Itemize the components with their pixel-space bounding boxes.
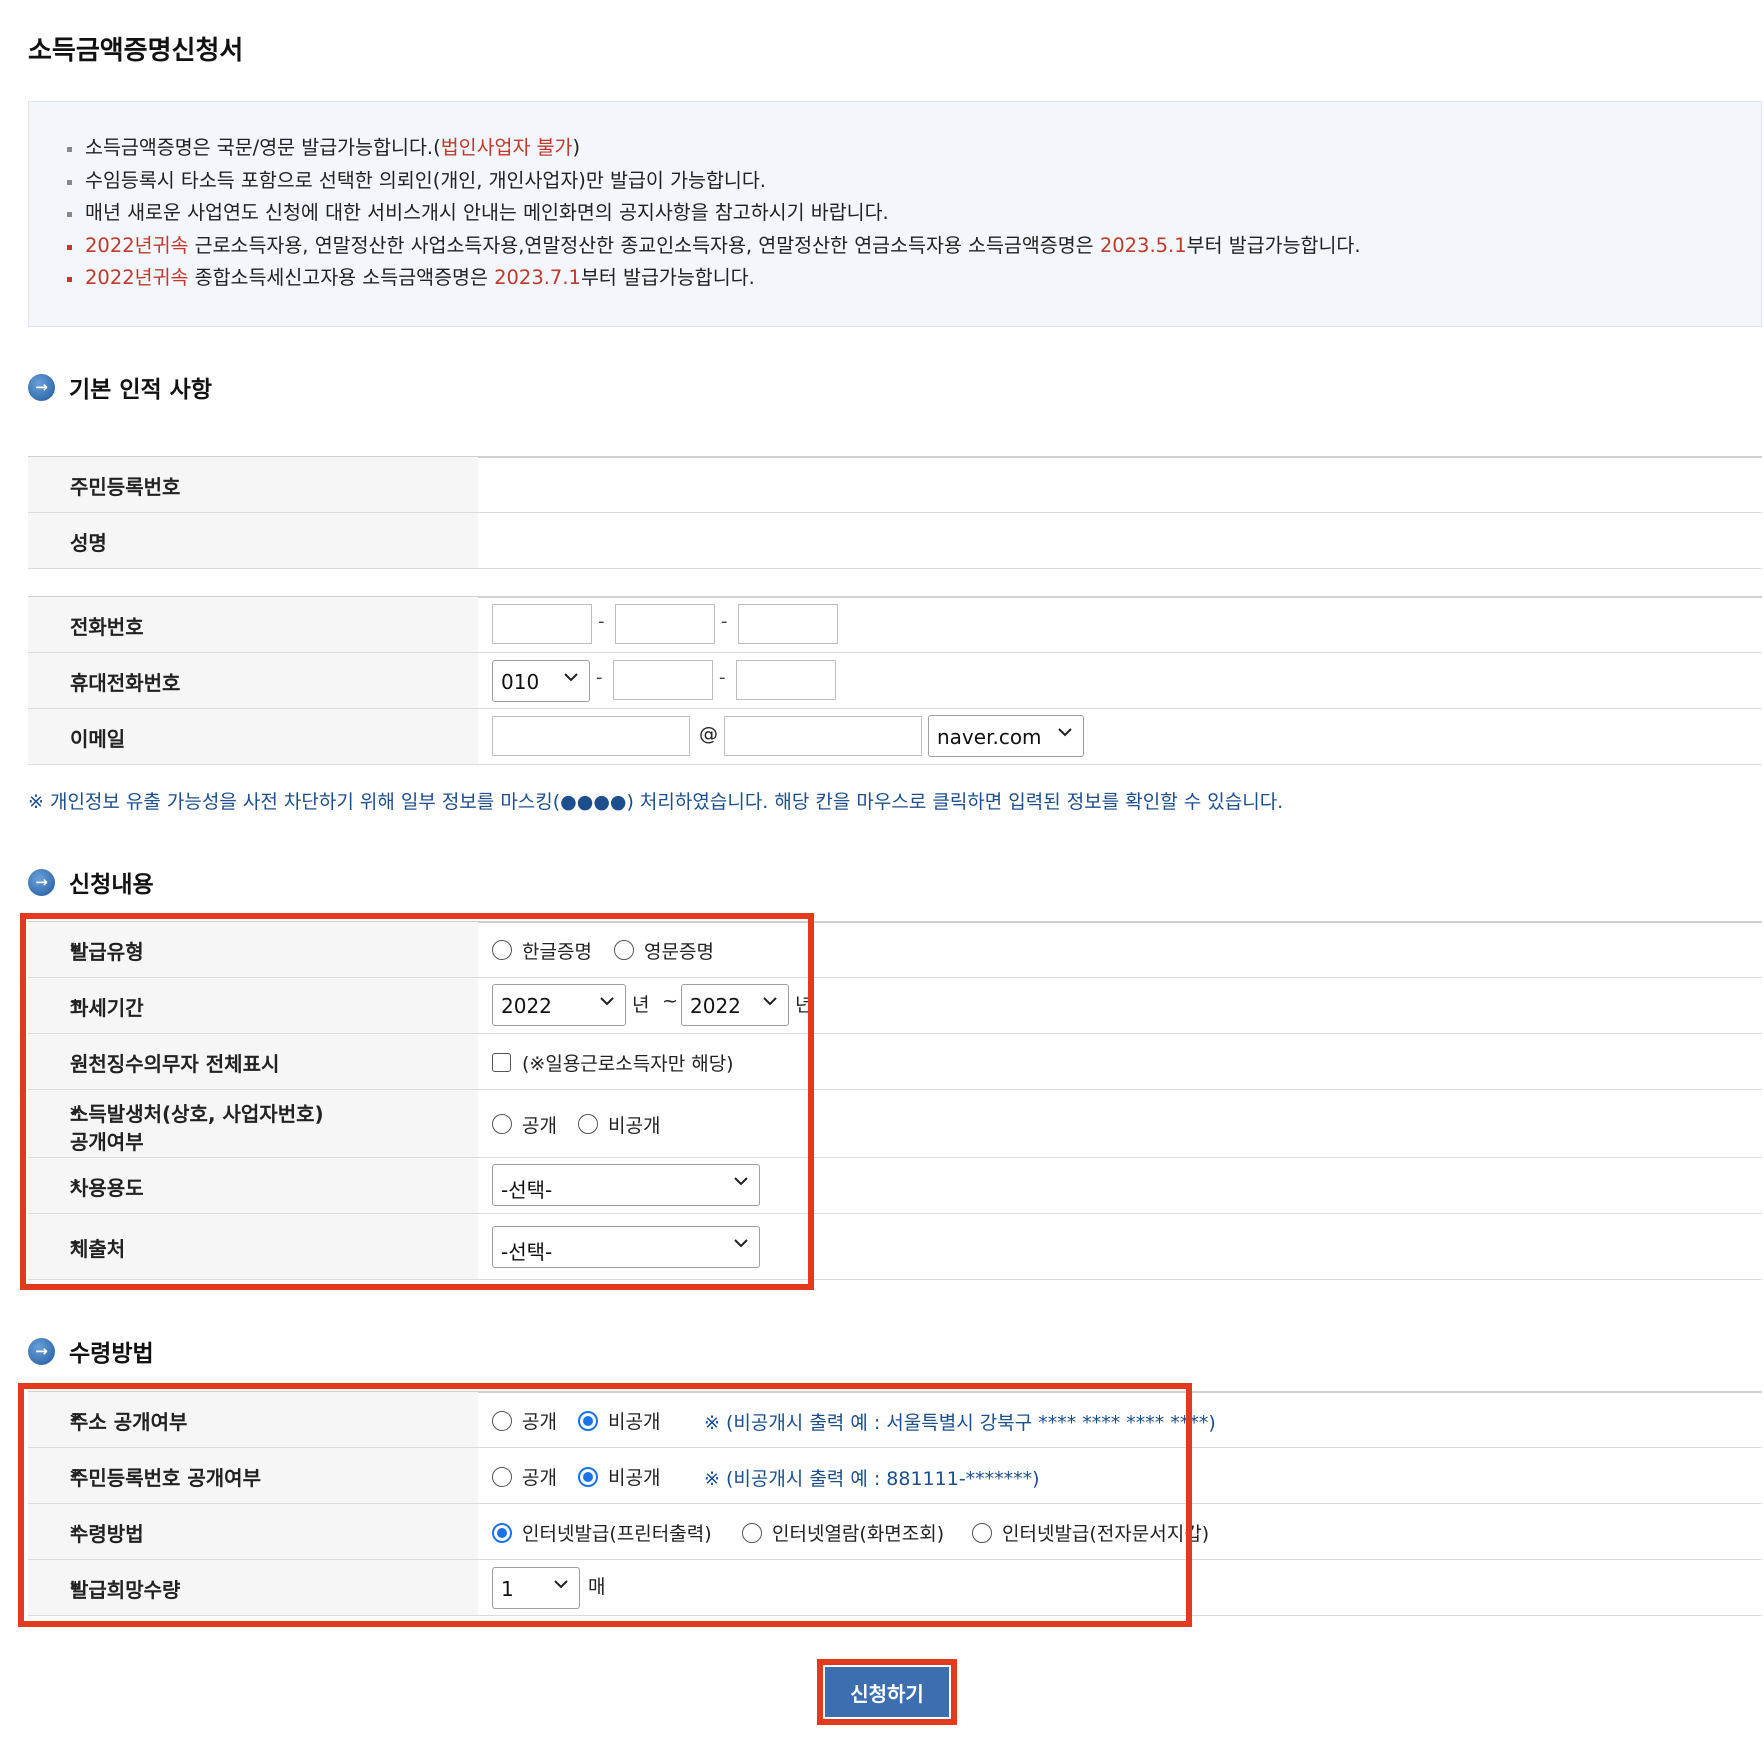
phone-part1-input[interactable] <box>492 604 592 644</box>
email-domain-input[interactable] <box>724 716 922 756</box>
dash: - <box>596 667 603 688</box>
section-title: 기본 인적 사항 <box>69 377 212 403</box>
chevron-down-icon <box>564 673 578 682</box>
chevron-down-icon <box>1058 728 1072 737</box>
label-phone: 전화번호 <box>70 615 144 639</box>
row-phone: 전화번호 - - <box>28 597 1762 653</box>
label-resident-number: 주민등록번호 <box>70 475 181 499</box>
submit-button[interactable]: 신청하기 <box>825 1667 949 1717</box>
page-title: 소득금액증명신청서 <box>28 36 244 66</box>
section-title: 수령방법 <box>69 1341 154 1367</box>
at-sign: @ <box>699 723 718 745</box>
arrow-circle-icon: → <box>28 1337 55 1365</box>
notice-item: 소득금액증명은 국문/영문 발급가능합니다.(법인사업자 불가) <box>67 132 1361 165</box>
masking-note: ※ 개인정보 유출 가능성을 사전 차단하기 위해 일부 정보를 마스킹(●●●… <box>28 791 1284 813</box>
dash: - <box>719 667 726 688</box>
notice-item: 2022년귀속 종합소득세신고자용 소득금액증명은 2023.7.1부터 발급가… <box>67 262 1361 295</box>
section-receive-header: → 수령방법 <box>28 1331 154 1371</box>
arrow-circle-icon: → <box>28 373 55 401</box>
email-id-input[interactable] <box>492 716 690 756</box>
email-domain-select[interactable]: naver.com <box>928 715 1084 757</box>
phone-part3-input[interactable] <box>738 604 838 644</box>
row-name: 성명 <box>28 513 1762 569</box>
row-resident-number: 주민등록번호 <box>28 457 1762 513</box>
label-email: 이메일 <box>70 727 126 751</box>
section-request-header: → 신청내용 <box>28 862 154 902</box>
label-name: 성명 <box>70 531 107 555</box>
mobile-part3-input[interactable] <box>736 660 836 700</box>
select-value: naver.com <box>937 725 1042 749</box>
row-email: 이메일 @ naver.com <box>28 709 1762 765</box>
mobile-part2-input[interactable] <box>613 660 713 700</box>
row-mobile: 휴대전화번호 010 - - <box>28 653 1762 709</box>
highlight-box-request <box>20 913 814 1290</box>
section-title: 신청내용 <box>69 872 154 898</box>
section-basic-header: → 기본 인적 사항 <box>28 367 212 407</box>
arrow-circle-icon: → <box>28 868 55 896</box>
notice-item: 2022년귀속 근로소득자용, 연말정산한 사업소득자용,연말정산한 종교인소득… <box>67 230 1361 263</box>
notice-box: 소득금액증명은 국문/영문 발급가능합니다.(법인사업자 불가) 수임등록시 타… <box>28 101 1762 327</box>
highlight-box-receive <box>18 1383 1192 1627</box>
dash: - <box>598 611 605 632</box>
mobile-prefix-select[interactable]: 010 <box>492 660 590 702</box>
select-value: 010 <box>501 670 540 694</box>
phone-part2-input[interactable] <box>615 604 715 644</box>
label-mobile: 휴대전화번호 <box>70 671 181 695</box>
notice-item: 수임등록시 타소득 포함으로 선택한 의뢰인(개인, 개인사업자)만 발급이 가… <box>67 165 1361 198</box>
dash: - <box>721 611 728 632</box>
notice-item: 매년 새로운 사업연도 신청에 대한 서비스개시 안내는 메인화면의 공지사항을… <box>67 197 1361 230</box>
